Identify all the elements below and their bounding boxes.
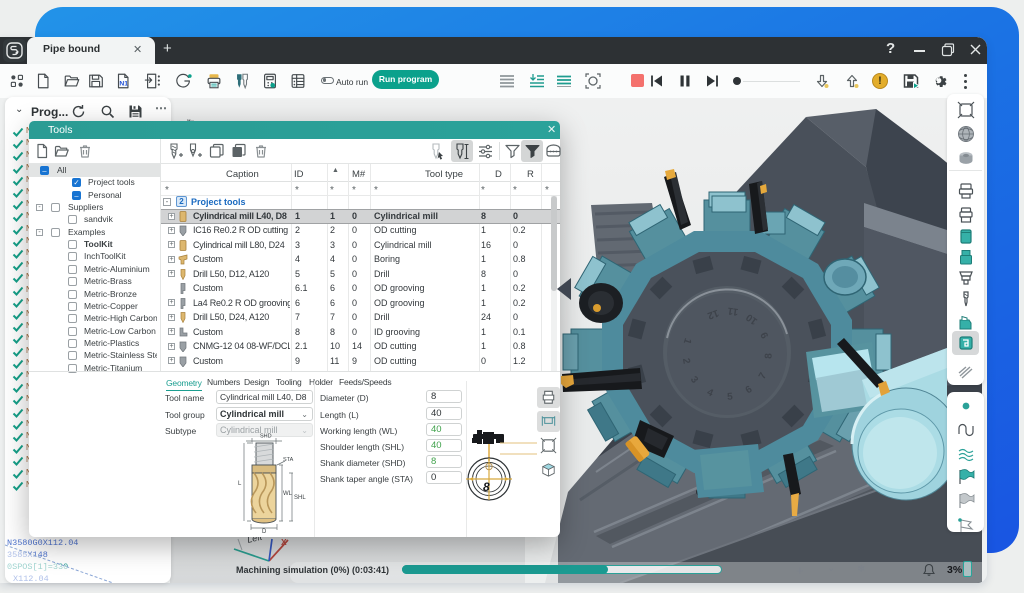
svg-text:8: 8: [483, 480, 490, 494]
svg-text:D: D: [262, 529, 267, 533]
svg-text:L: L: [238, 481, 242, 487]
svg-text:N1: N1: [119, 81, 128, 88]
svg-text:8: 8: [764, 353, 775, 359]
svg-text:X: X: [281, 537, 287, 547]
svg-text:SHL: SHL: [294, 495, 306, 501]
svg-text:WL: WL: [283, 491, 293, 497]
svg-text:SHD: SHD: [260, 434, 272, 440]
svg-text:STA: STA: [283, 457, 294, 463]
svg-text:11: 11: [727, 305, 739, 317]
